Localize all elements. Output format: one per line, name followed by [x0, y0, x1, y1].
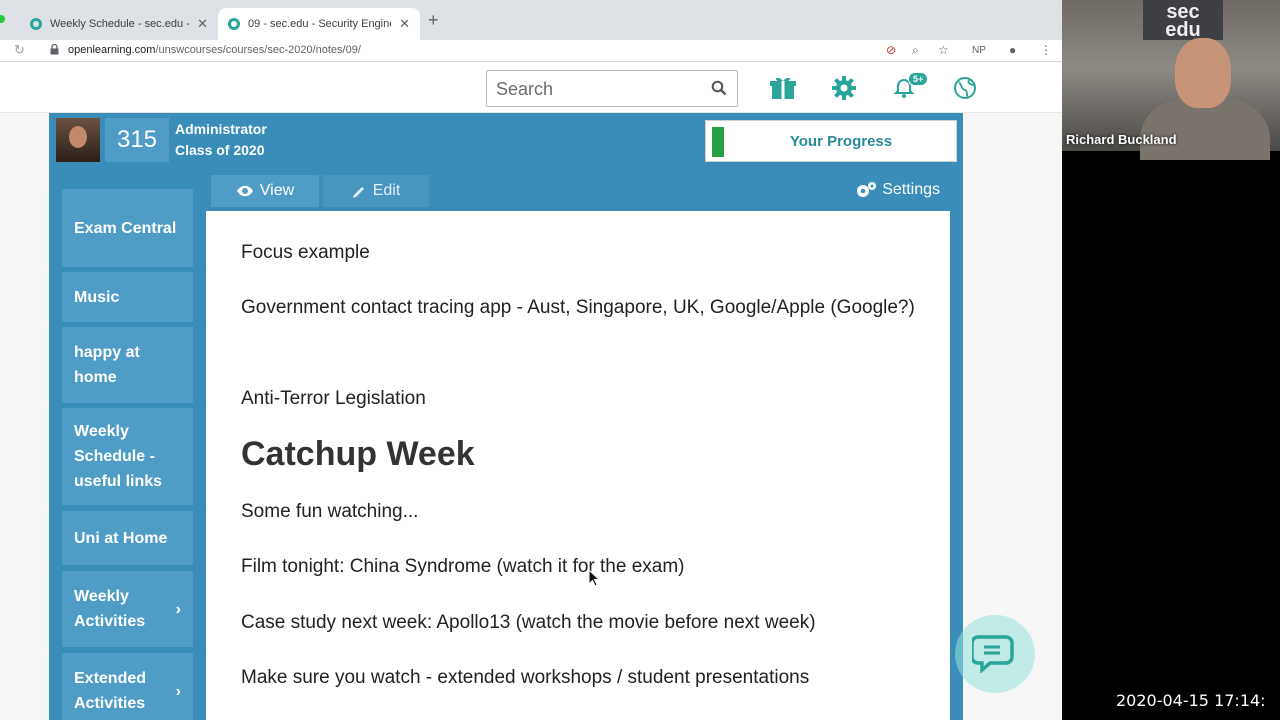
sidebar-item-weekly-schedule[interactable]: Weekly Schedule - useful links [62, 408, 193, 505]
gift-icon[interactable] [770, 76, 796, 100]
mouse-cursor-icon [588, 569, 600, 587]
tab-strip: Weekly Schedule - sec.edu - Se ✕ 09 - se… [0, 0, 1062, 40]
openlearning-favicon-icon [30, 18, 42, 30]
search-input[interactable] [496, 79, 696, 100]
new-tab-button[interactable]: + [428, 10, 439, 31]
bookmark-star-icon[interactable]: ☆ [938, 43, 949, 57]
paragraph: Make sure you watch - extended workshops… [241, 667, 810, 688]
gears-icon [857, 182, 877, 197]
zoom-icon[interactable]: ⌕ [912, 43, 919, 58]
view-label: View [259, 182, 295, 199]
role-label: Administrator [175, 121, 267, 137]
recording-timestamp: 2020-04-15 17:14: [1116, 691, 1266, 710]
chat-bubble-icon [972, 635, 1014, 673]
paragraph: Government contact tracing app - Aust, S… [241, 297, 915, 318]
tab-view[interactable]: View [211, 175, 319, 207]
course-avatar[interactable] [56, 118, 100, 162]
search-icon[interactable] [711, 80, 727, 96]
openlearning-favicon-icon [228, 18, 240, 30]
window-maximize-dot[interactable] [0, 15, 5, 23]
sidebar-item-label: Exam Central [74, 219, 177, 237]
page-settings-button[interactable]: Settings [855, 181, 940, 199]
url-field[interactable]: openlearning.com/unswcourses/courses/sec… [68, 44, 361, 56]
sidebar-item-exam-central[interactable]: Exam Central [62, 189, 193, 267]
sidebar-item-label: Extended Activities [74, 670, 147, 712]
sidebar-item-label: Uni at Home [74, 529, 168, 547]
content-area: View Edit Settings Focus example Governm… [206, 169, 963, 720]
sidebar-item-label: Music [74, 288, 120, 306]
sec-edu-logo: sec edu [1143, 0, 1223, 40]
chevron-right-icon: › [175, 600, 181, 618]
course-profile-bar: 315 Administrator Class of 2020 Your Pro… [49, 113, 963, 169]
eye-icon [236, 185, 253, 197]
url-path: /unswcourses/courses/sec-2020/notes/09/ [155, 44, 361, 56]
pencil-icon [352, 186, 364, 198]
view-edit-tabs: View Edit Settings [206, 169, 963, 211]
user-role: Administrator Class of 2020 [175, 119, 267, 161]
karma-points: 315 [105, 118, 169, 162]
paragraph: Some fun watching... [241, 501, 419, 522]
profile-icon[interactable]: ● [1009, 43, 1016, 57]
lock-icon[interactable] [50, 44, 59, 55]
browser-tab-weekly-schedule[interactable]: Weekly Schedule - sec.edu - Se ✕ [20, 8, 218, 40]
paragraph: Anti-Terror Legislation [241, 388, 426, 409]
settings-label: Settings [882, 181, 940, 198]
sidebar-item-label: Weekly Schedule - useful links [74, 423, 163, 490]
paragraph: Focus example [241, 242, 370, 263]
browser-window: Weekly Schedule - sec.edu - Se ✕ 09 - se… [0, 0, 1062, 720]
tab-title: Weekly Schedule - sec.edu - Se [50, 18, 189, 30]
sidebar-item-extended-activities[interactable]: Extended Activities › [62, 653, 193, 720]
sidebar-item-music[interactable]: Music [62, 272, 193, 322]
progress-indicator [712, 127, 724, 157]
notifications-badge: 5+ [908, 72, 929, 86]
globe-icon[interactable] [953, 76, 977, 100]
url-host: openlearning.com [68, 44, 156, 56]
class-label: Class of 2020 [175, 142, 265, 158]
site-header: 5+ [0, 62, 1062, 113]
tab-edit[interactable]: Edit [323, 175, 429, 207]
speaker-name: Richard Buckland [1066, 132, 1177, 147]
paragraph: Film tonight: China Syndrome (watch it f… [241, 556, 685, 577]
settings-gear-icon[interactable] [832, 76, 856, 100]
sidebar-item-weekly-activities[interactable]: Weekly Activities › [62, 571, 193, 647]
browser-menu-icon[interactable]: ⋮ [1040, 43, 1052, 57]
sidebar-item-label: Weekly Activities [74, 588, 146, 630]
close-tab-icon[interactable]: ✕ [197, 16, 208, 32]
sidebar-item-happy-at-home[interactable]: happy at home [62, 327, 193, 403]
logo-line-2: edu [1165, 19, 1201, 41]
chevron-right-icon: › [175, 682, 181, 700]
presenter-head [1175, 38, 1231, 108]
address-bar: ↻ openlearning.com/unswcourses/courses/s… [0, 40, 1062, 62]
edit-label: Edit [372, 182, 401, 199]
sidebar-item-label: happy at home [74, 344, 140, 386]
extension-np[interactable]: NP [972, 45, 986, 56]
search-box[interactable] [486, 70, 738, 107]
blocked-content-icon[interactable]: ⊘ [886, 43, 896, 57]
course-sidebar: Exam Central Music happy at home Weekly … [49, 169, 206, 720]
paragraph: Case study next week: Apollo13 (watch th… [241, 612, 816, 633]
progress-label: Your Progress [789, 133, 893, 150]
page-body: Focus example Government contact tracing… [206, 211, 950, 720]
tab-title: 09 - sec.edu - Security Enginee [248, 18, 392, 30]
chat-button[interactable] [955, 615, 1035, 693]
section-heading: Catchup Week [241, 435, 475, 473]
browser-tab-security-engineering[interactable]: 09 - sec.edu - Security Enginee ✕ [218, 8, 420, 40]
close-tab-icon[interactable]: ✕ [399, 16, 410, 32]
sidebar-item-uni-at-home[interactable]: Uni at Home [62, 511, 193, 565]
your-progress-button[interactable]: Your Progress [705, 120, 957, 162]
presenter-body [1140, 100, 1270, 160]
reload-icon[interactable]: ↻ [14, 42, 25, 58]
